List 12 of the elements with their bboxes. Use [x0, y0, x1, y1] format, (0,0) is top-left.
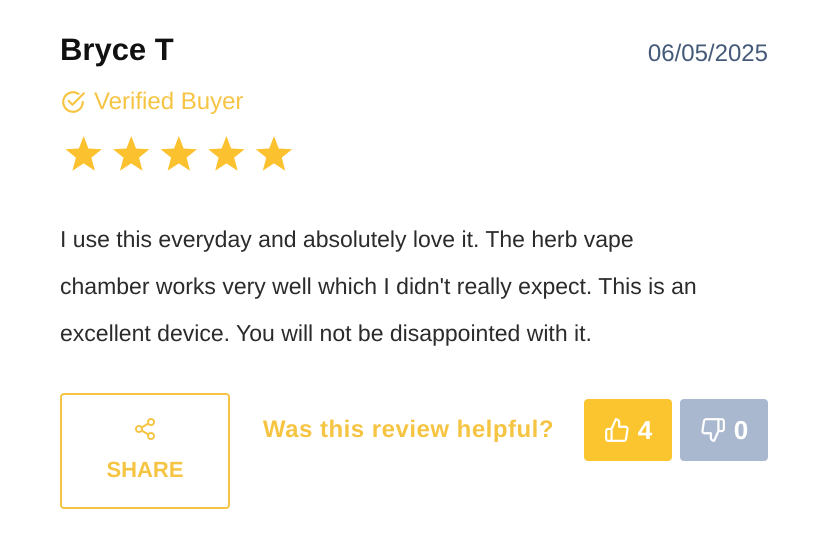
check-circle-icon [60, 89, 86, 115]
helpful-no-button[interactable]: 0 [680, 399, 768, 461]
helpful-yes-button[interactable]: 4 [584, 399, 672, 461]
verified-buyer-label: Verified Buyer [94, 87, 244, 117]
thumbs-up-icon [604, 417, 630, 443]
reviewer-name: Bryce T [60, 31, 174, 69]
review-date: 06/05/2025 [648, 39, 768, 69]
helpful-question: Was this review helpful? [262, 415, 554, 445]
share-icon [133, 416, 157, 440]
review-text: I use this everyday and absolutely love it. The herb vape chamber works very well which I didn't really expect. This is an excellent device. You will not be disappointed with it. [60, 225, 698, 348]
share-button[interactable]: SHARE [60, 393, 230, 509]
thumbs-down-icon [700, 417, 726, 443]
